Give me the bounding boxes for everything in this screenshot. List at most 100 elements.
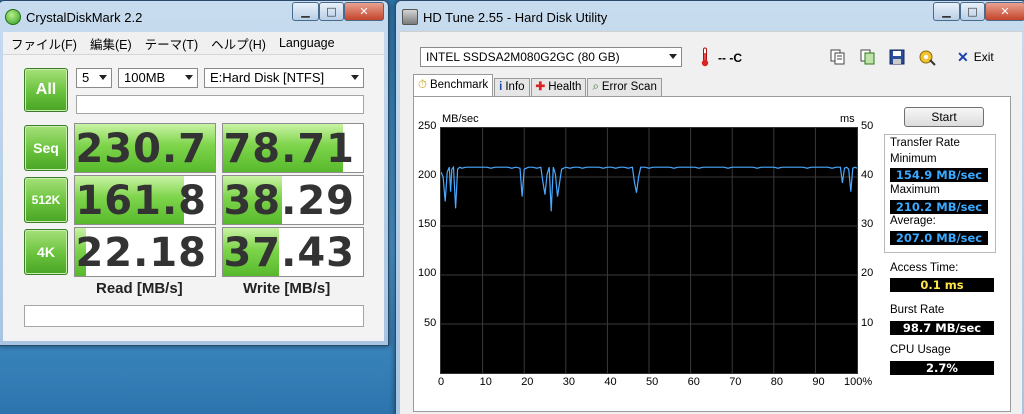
seq-read-value: 230.7: [75, 126, 207, 172]
seq-button[interactable]: Seq: [24, 125, 68, 171]
seq-read-result: 230.7: [74, 123, 216, 173]
hdtune-window-title: HD Tune 2.55 - Hard Disk Utility: [423, 10, 608, 25]
tab-info[interactable]: i Info: [494, 78, 530, 96]
close-icon: ✕: [359, 5, 369, 18]
menu-theme[interactable]: テーマ(T): [145, 34, 198, 53]
y2-tick-label: 20: [861, 267, 874, 279]
y-tick-label: 150: [418, 218, 437, 230]
save-icon[interactable]: [888, 48, 906, 66]
cdm-comment-field[interactable]: [24, 305, 364, 327]
copy-screenshot-icon[interactable]: [859, 48, 877, 66]
4k-write-value: 37.43: [223, 230, 355, 276]
chevron-down-icon: [351, 75, 359, 80]
4k-write-result: 37.43: [222, 227, 364, 277]
seq-write-value: 78.71: [223, 126, 355, 172]
tab-health-label: Health: [548, 81, 582, 93]
chevron-down-icon: [185, 75, 193, 80]
minimum-value: 154.9 MB/sec: [890, 168, 988, 182]
thermometer-icon: [701, 47, 709, 67]
copy-text-icon[interactable]: [829, 48, 847, 66]
minimum-label: Minimum: [890, 153, 937, 165]
4k-button[interactable]: 4K: [24, 229, 68, 275]
chevron-down-icon: [99, 75, 107, 80]
menu-help[interactable]: ヘルプ(H): [211, 34, 266, 53]
tab-error-scan[interactable]: ⌕ Error Scan: [587, 78, 662, 96]
temperature-value: -- -C: [718, 51, 742, 65]
y2-tick-label: 50: [861, 120, 874, 132]
512k-write-result: 38.29: [222, 175, 364, 225]
4k-read-result: 22.18: [74, 227, 216, 277]
y2-tick-label: 40: [861, 169, 874, 181]
minimize-button[interactable]: ▁: [292, 2, 319, 21]
menu-file[interactable]: ファイル(F): [11, 34, 77, 53]
close-button[interactable]: ✕: [344, 2, 384, 21]
hdtune-titlebar[interactable]: HD Tune 2.55 - Hard Disk Utility ▁ □ ✕: [396, 1, 1024, 31]
cdm-menubar: ファイル(F) 編集(E) テーマ(T) ヘルプ(H) Language: [3, 32, 384, 54]
test-size-value: 100MB: [124, 70, 166, 85]
cdm-main-panel: All 5 100MB E:Hard Disk [NTFS] Seq 230.7…: [3, 54, 384, 341]
maximize-icon: □: [326, 5, 337, 18]
menu-edit[interactable]: 編集(E): [90, 34, 132, 53]
512k-button[interactable]: 512K: [24, 177, 68, 223]
exit-label: Exit: [973, 50, 994, 64]
hdtune-drive-value: INTEL SSDSA2M080G2GC (80 GB): [426, 50, 620, 64]
hdtune-close-button[interactable]: ✕: [985, 2, 1024, 21]
magnifier-icon: ⌕: [592, 81, 599, 93]
cdm-titlebar[interactable]: CrystalDiskMark 2.2 ▁ □ ✕: [0, 1, 388, 31]
benchmark-panel: MB/sec ms 250 200 150 100 50 50 40 30 20…: [413, 96, 1011, 412]
read-column-header: Read [MB/s]: [96, 280, 183, 297]
x-tick-label: 100%: [844, 376, 873, 388]
exit-icon: ✕: [957, 48, 969, 65]
maximum-value: 210.2 MB/sec: [890, 200, 988, 214]
crystaldiskmark-window: CrystalDiskMark 2.2 ▁ □ ✕ ファイル(F) 編集(E) …: [0, 0, 389, 346]
seq-write-result: 78.71: [222, 123, 364, 173]
exit-button[interactable]: ✕ Exit: [957, 48, 994, 66]
transfer-rate-label: Transfer Rate: [890, 137, 960, 149]
test-count-value: 5: [82, 70, 90, 85]
maximize-button[interactable]: □: [319, 2, 344, 21]
test-count-select[interactable]: 5: [76, 68, 112, 88]
x-tick-label: 10: [479, 376, 492, 388]
hdtune-maximize-button[interactable]: □: [960, 2, 985, 21]
start-button[interactable]: Start: [904, 107, 984, 127]
drive-select[interactable]: E:Hard Disk [NTFS]: [204, 68, 364, 88]
tab-health[interactable]: ✚ Health: [530, 78, 587, 96]
x-tick-label: 80: [770, 376, 784, 388]
menu-language[interactable]: Language: [279, 36, 335, 50]
x-tick-label: 20: [521, 376, 534, 388]
y2-tick-label: 30: [861, 218, 874, 230]
hdtune-app-icon: [402, 9, 418, 25]
minimize-icon: ▁: [301, 5, 310, 18]
y-tick-label: 200: [418, 169, 437, 181]
info-icon: i: [499, 81, 503, 93]
all-button[interactable]: All: [24, 68, 68, 112]
x-tick-label: 60: [687, 376, 700, 388]
x-tick-label: 50: [646, 376, 659, 388]
maximum-label: Maximum: [890, 184, 940, 196]
maximize-icon: □: [967, 5, 978, 18]
tab-benchmark[interactable]: ⏱ Benchmark: [413, 74, 494, 96]
benchmark-chart-svg: [440, 128, 858, 373]
y2-axis-label: ms: [840, 113, 855, 125]
x-tick-label: 70: [729, 376, 742, 388]
x-tick-label: 0: [438, 376, 445, 388]
health-cross-icon: ✚: [535, 81, 546, 93]
write-column-header: Write [MB/s]: [243, 280, 331, 297]
cdm-status-field: [76, 95, 364, 114]
hdtune-drive-select[interactable]: INTEL SSDSA2M080G2GC (80 GB): [420, 47, 682, 67]
hdtune-minimize-button[interactable]: ▁: [933, 2, 960, 21]
x-tick-label: 90: [812, 376, 825, 388]
options-icon[interactable]: [918, 48, 936, 66]
y-axis-label: MB/sec: [442, 113, 479, 125]
hdtune-tabs: ⏱ Benchmark i Info ✚ Health ⌕ Error Scan: [413, 74, 663, 96]
cpu-usage-label: CPU Usage: [890, 344, 951, 356]
benchmark-chart: [440, 127, 858, 374]
y2-tick-label: 10: [861, 317, 874, 329]
test-size-select[interactable]: 100MB: [118, 68, 198, 88]
512k-read-value: 161.8: [75, 178, 207, 224]
average-value: 207.0 MB/sec: [890, 231, 988, 245]
chevron-down-icon: [669, 54, 677, 59]
stopwatch-icon: ⏱: [418, 79, 427, 91]
access-time-label: Access Time:: [890, 262, 959, 274]
y-tick-label: 100: [418, 267, 437, 279]
